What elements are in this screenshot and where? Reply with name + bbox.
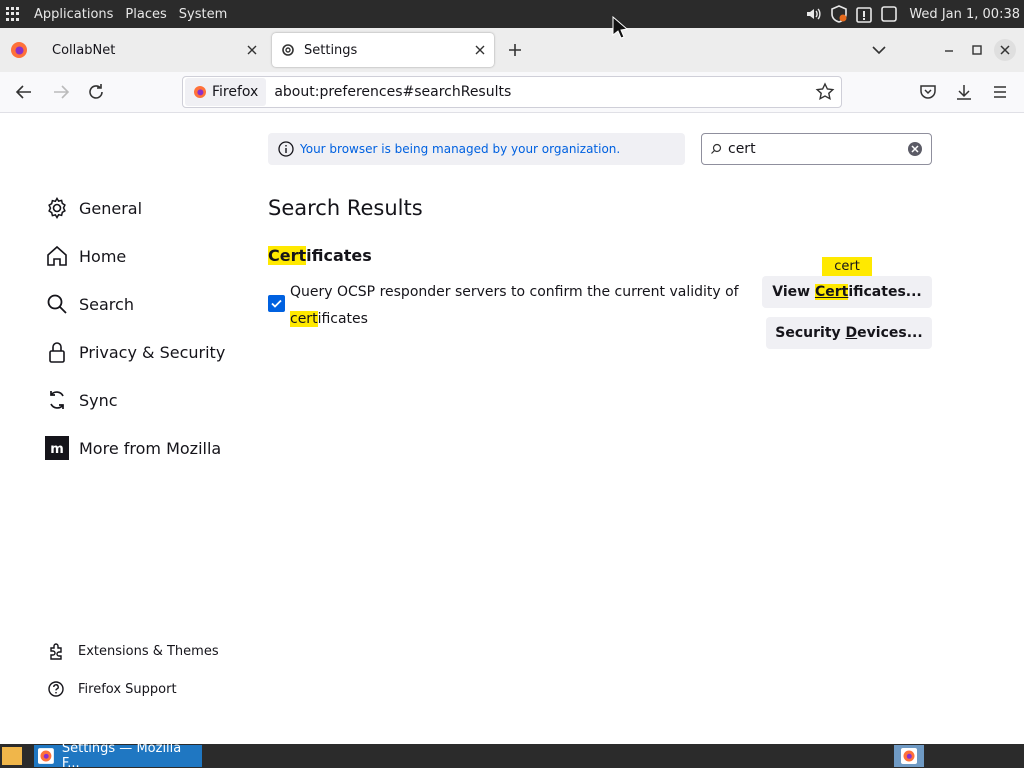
extensions-themes-label: Extensions & Themes [78, 643, 219, 659]
policy-notice-text[interactable]: Your browser is being managed by your or… [300, 142, 620, 156]
menu-system[interactable]: System [179, 7, 227, 22]
url-text[interactable]: about:preferences#searchResults [274, 84, 815, 100]
heading-highlight: Cert [268, 246, 307, 265]
taskbar-window-title: Settings — Mozilla F... [61, 741, 182, 771]
category-search[interactable]: Search [44, 286, 244, 322]
category-label: Search [79, 294, 134, 314]
back-arrow-icon[interactable] [14, 82, 34, 102]
bottom-taskbar: Settings — Mozilla F... [0, 741, 1024, 771]
ocsp-checkbox-label[interactable]: Query OCSP responder servers to confirm … [290, 279, 740, 333]
pocket-icon[interactable] [918, 82, 938, 102]
menu-places[interactable]: Places [125, 7, 166, 22]
ocsp-text: Query OCSP responder servers to confirm … [290, 284, 739, 300]
svg-text:m: m [50, 442, 64, 457]
sec-devices-post: evices... [857, 325, 923, 341]
category-more-from-mozilla[interactable]: m More from Mozilla [44, 430, 244, 466]
new-tab-plus-icon[interactable] [505, 40, 525, 60]
close-icon [1000, 45, 1010, 55]
panel-menu: Applications Places System [22, 0, 239, 28]
minimize-icon[interactable] [940, 41, 958, 59]
apps-grid-icon[interactable] [6, 7, 20, 21]
preferences-search-input[interactable]: cert [701, 133, 932, 165]
chevron-down-icon[interactable] [870, 41, 888, 59]
shield-update-icon[interactable] [830, 5, 848, 23]
home-icon [44, 243, 70, 269]
window-icon[interactable] [880, 5, 898, 23]
checkmark-icon [271, 299, 282, 308]
firefox-support-label: Firefox Support [78, 681, 177, 697]
menu-hamburger-icon[interactable] [990, 82, 1010, 102]
puzzle-icon [50, 643, 62, 660]
gear-icon [44, 195, 70, 221]
view-certificates-button[interactable]: View Cert ificates... [762, 276, 932, 308]
view-certs-pre: View [772, 284, 815, 300]
sec-devices-pre: Security [775, 325, 846, 341]
policy-notice[interactable]: Your browser is being managed by your or… [268, 133, 685, 165]
close-tab-icon[interactable] [244, 42, 260, 58]
certificates-heading: Certificates [268, 246, 372, 265]
info-icon [278, 141, 294, 157]
reload-icon[interactable] [86, 82, 106, 102]
view-certs-post: ificates... [848, 284, 922, 300]
maximize-icon[interactable] [968, 41, 986, 59]
category-sync[interactable]: Sync [44, 382, 244, 418]
firefox-icon [11, 42, 27, 58]
firefox-support-link[interactable]: Firefox Support [46, 677, 177, 701]
category-label: Privacy & Security [79, 342, 226, 362]
forward-arrow-icon[interactable] [51, 82, 71, 102]
category-privacy-security[interactable]: Privacy & Security [44, 334, 244, 370]
nav-toolbar: Firefox about:preferences#searchResults [0, 72, 1024, 113]
category-label: More from Mozilla [79, 438, 222, 458]
identity-box[interactable]: Firefox [185, 78, 267, 106]
show-desktop-icon[interactable] [2, 747, 22, 765]
search-results-title: Search Results [268, 196, 423, 220]
close-tab-icon[interactable] [472, 42, 488, 58]
tab-label: CollabNet [52, 42, 116, 58]
downloads-icon[interactable] [954, 82, 974, 102]
ocsp-rest: ificates [317, 311, 368, 327]
alert-clipboard-icon[interactable] [855, 5, 873, 23]
sec-devices-accesskey: D [845, 325, 858, 341]
taskbar-window-button[interactable]: Settings — Mozilla F... [34, 741, 202, 771]
security-devices-button[interactable]: Security Devices... [766, 317, 932, 349]
menu-applications[interactable]: Applications [34, 7, 113, 22]
view-certs-highlight: Cert [814, 284, 849, 300]
clock[interactable]: Wed Jan 1, 00:38 [909, 7, 1020, 22]
search-icon [44, 291, 70, 317]
category-general[interactable]: General [44, 190, 244, 226]
system-tray: Wed Jan 1, 00:38 [805, 0, 1020, 28]
search-match-tooltip: cert [822, 257, 872, 276]
mozilla-icon: m [44, 435, 70, 461]
volume-icon[interactable] [805, 5, 823, 23]
tab-label: Settings [304, 42, 358, 58]
firefox-icon [38, 748, 54, 764]
url-bar[interactable]: Firefox about:preferences#searchResults [182, 76, 842, 108]
bookmark-star-icon[interactable] [815, 82, 835, 102]
clear-search-icon[interactable] [907, 141, 923, 157]
workspace-switcher[interactable] [894, 745, 924, 767]
category-label: General [79, 198, 143, 218]
category-label: Sync [79, 390, 118, 410]
lock-icon [44, 339, 70, 365]
close-window-button[interactable] [994, 39, 1016, 61]
search-icon [711, 143, 722, 154]
ocsp-checkbox[interactable] [268, 295, 285, 312]
tab-collabnet[interactable]: CollabNet [44, 33, 266, 67]
mouse-cursor-icon [612, 16, 629, 39]
sync-icon [44, 387, 70, 413]
firefox-icon [194, 86, 206, 98]
search-query-text[interactable]: cert [728, 141, 907, 157]
category-home[interactable]: Home [44, 238, 244, 274]
identity-label: Firefox [212, 84, 259, 100]
category-label: Home [79, 246, 127, 266]
ocsp-highlight: cert [290, 311, 318, 327]
top-panel: Applications Places System Wed Jan 1, 00… [0, 0, 1024, 28]
heading-rest: ificates [306, 246, 372, 265]
help-icon [48, 681, 64, 697]
tab-settings[interactable]: Settings [272, 33, 494, 67]
extensions-themes-link[interactable]: Extensions & Themes [46, 639, 219, 663]
gear-icon [282, 44, 294, 56]
tab-strip: CollabNet Settings [0, 28, 1024, 72]
firefox-icon [901, 748, 917, 764]
